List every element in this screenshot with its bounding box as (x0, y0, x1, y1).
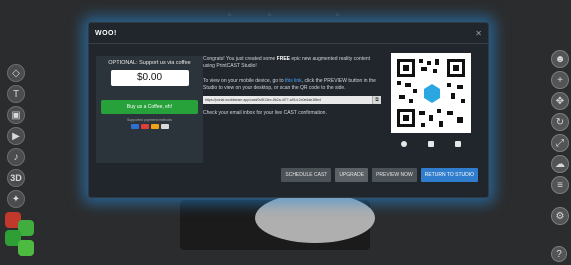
stage-object (255, 193, 375, 243)
inbox-text: Check your email inbox for your live CAS… (203, 110, 327, 116)
rotate-icon[interactable]: ↻ (551, 113, 569, 131)
congrats-prefix: Congrats! You just created some (203, 56, 276, 62)
download-svg-icon[interactable] (453, 141, 463, 147)
view-prefix: To view on your mobile device, go to (203, 78, 284, 84)
view-link[interactable]: this link (285, 78, 302, 84)
free-highlight: FREE (276, 56, 290, 62)
download-png-icon[interactable] (426, 141, 436, 147)
audio-tool-icon[interactable]: ♪ (7, 148, 25, 166)
success-message: Congrats! You just created some FREE epi… (203, 56, 381, 125)
payment-methods-label: Supported payment methods (127, 118, 172, 122)
shape-tool-icon[interactable]: ◇ (7, 64, 25, 82)
return-to-studio-button[interactable]: RETURN TO STUDIO (420, 168, 478, 182)
layers-icon[interactable]: ≡ (551, 176, 569, 194)
add-icon[interactable]: + (551, 71, 569, 89)
copy-icon[interactable]: ⧉ (372, 96, 381, 104)
scale-icon[interactable]: ⤢ (551, 134, 569, 152)
donation-amount-field[interactable]: $0.00 (110, 70, 189, 86)
text-tool-icon[interactable]: T (7, 85, 25, 103)
payment-icons (96, 124, 203, 129)
top-toolbar: ◦ ◦ ◦ (0, 10, 571, 22)
preview-now-button[interactable]: PREVIEW NOW (372, 168, 417, 182)
card-icon (130, 124, 139, 129)
congrats-text: Congrats! You just created some FREE epi… (203, 56, 381, 70)
card-icon (140, 124, 149, 129)
settings-icon[interactable]: ⚙ (551, 207, 569, 225)
help-icon[interactable]: ? (551, 246, 567, 262)
qr-actions (391, 141, 471, 147)
modal-header: WOO! ✕ (89, 23, 488, 44)
toolbar-mark: ◦ (336, 10, 339, 19)
view-instructions: To view on your mobile device, go to thi… (203, 78, 381, 92)
move-icon[interactable]: ✥ (551, 92, 569, 110)
modal-actions: SCHEDULE CAST UPGRADE PREVIEW NOW RETURN… (281, 168, 478, 182)
cast-url-field[interactable]: https://portal.worldbeam.app/cast/0c5f13… (203, 96, 381, 104)
3d-tool-icon[interactable]: 3D (7, 169, 25, 187)
video-tool-icon[interactable]: ▶ (7, 127, 25, 145)
buy-coffee-button[interactable]: Buy us a Coffee, eh! (101, 100, 198, 114)
card-icon (150, 124, 159, 129)
support-title: OPTIONAL: Support us via coffee (108, 60, 191, 66)
toolbar-mark: ◦ (228, 10, 231, 19)
upgrade-button[interactable]: UPGRADE (335, 168, 369, 182)
toolbar-mark: ◦ (268, 10, 271, 19)
cast-url[interactable]: https://portal.worldbeam.app/cast/0c5f13… (203, 97, 372, 104)
effects-tool-icon[interactable]: ✦ (7, 190, 25, 208)
card-icon (160, 124, 169, 129)
image-tool-icon[interactable]: ▣ (7, 106, 25, 124)
info-icon[interactable] (399, 141, 409, 147)
user-icon[interactable]: ☻ (551, 50, 569, 68)
support-panel: OPTIONAL: Support us via coffee $0.00 Bu… (96, 56, 203, 163)
cloud-icon[interactable]: ☁ (551, 155, 569, 173)
qr-code (391, 53, 471, 133)
success-modal: WOO! ✕ OPTIONAL: Support us via coffee $… (88, 22, 489, 198)
color-swatch-green[interactable] (18, 240, 34, 256)
schedule-cast-button[interactable]: SCHEDULE CAST (281, 168, 332, 182)
modal-title: WOO! (95, 29, 117, 37)
close-icon[interactable]: ✕ (475, 29, 482, 38)
